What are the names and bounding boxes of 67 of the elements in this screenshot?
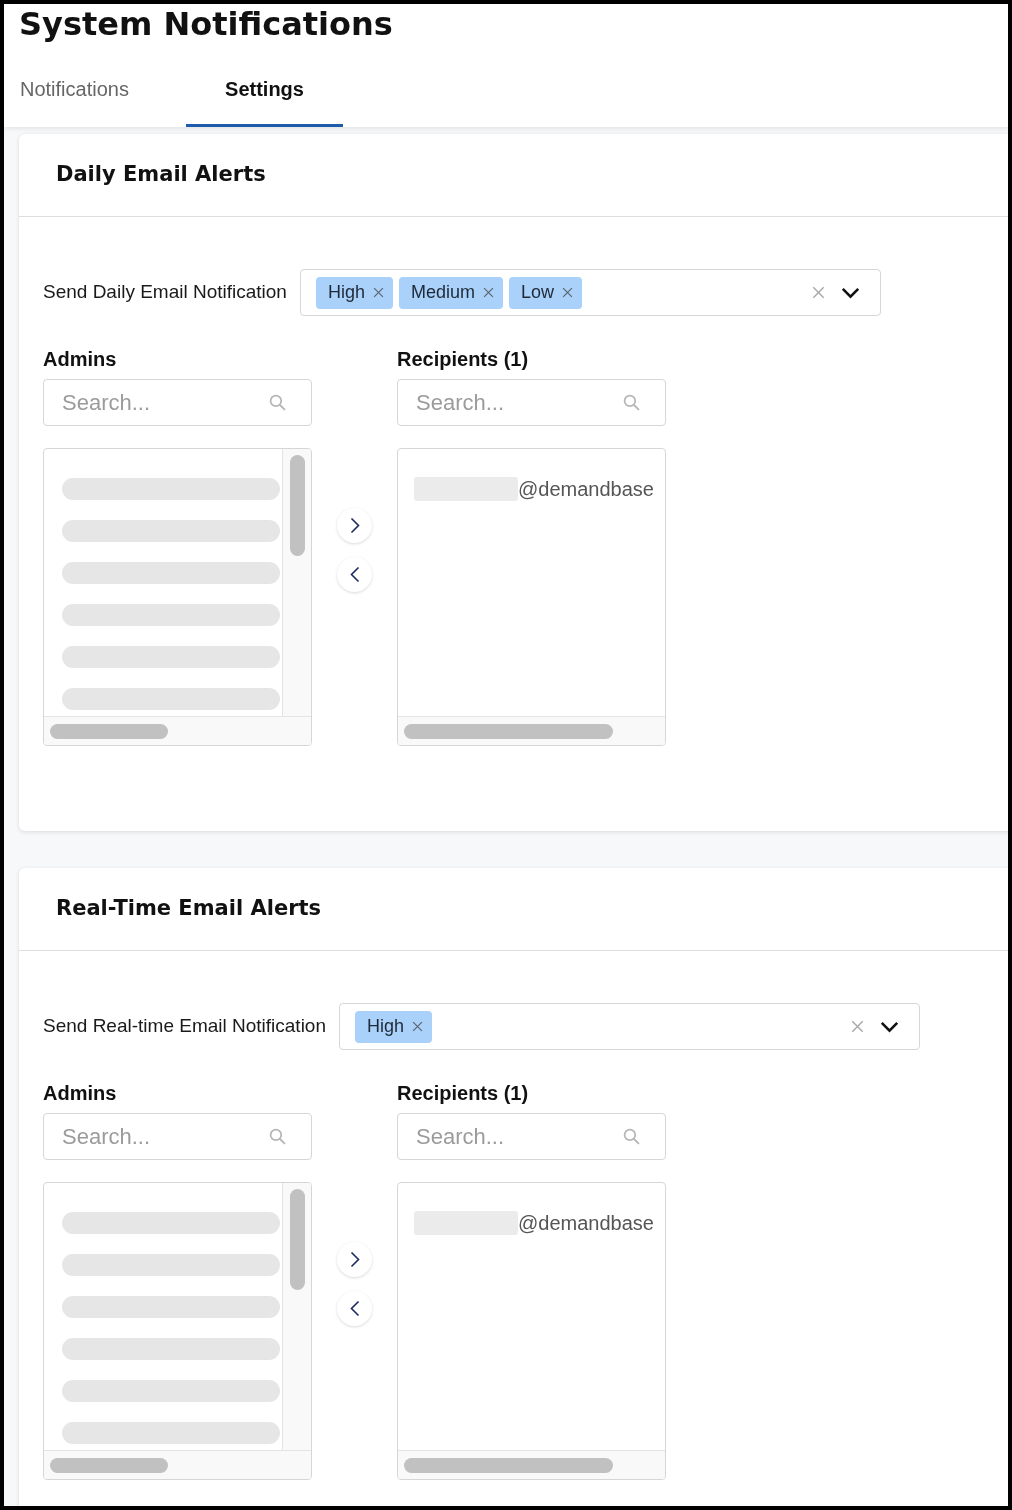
blurred-text[interactable] (62, 478, 280, 500)
scrollbar-thumb[interactable] (404, 723, 613, 739)
priority-select[interactable]: High (339, 1003, 920, 1050)
blurred-text[interactable] (62, 1296, 280, 1318)
page-title: System Notifications (18, 4, 394, 44)
chevron-right-icon (349, 517, 360, 534)
tab[interactable]: Settings (186, 44, 343, 127)
move-right-button[interactable] (337, 1242, 372, 1277)
search-field[interactable]: Search... (43, 379, 312, 426)
search-icon (269, 1128, 286, 1145)
horizontal-scrollbar[interactable] (398, 716, 665, 745)
horizontal-scrollbar[interactable] (398, 1450, 665, 1479)
scrollbar-thumb[interactable] (289, 1189, 305, 1290)
blurred-text[interactable] (62, 1422, 280, 1444)
chevron-down-icon[interactable] (880, 1020, 899, 1033)
scrollbar-thumb[interactable] (50, 723, 168, 739)
tag-label: High (367, 1015, 405, 1038)
blurred-text[interactable] (62, 604, 280, 626)
tab[interactable]: Notifications (20, 44, 186, 127)
close-icon[interactable] (412, 1021, 424, 1032)
blurred-text[interactable] (62, 1380, 280, 1402)
search-field[interactable]: Search... (397, 1113, 666, 1160)
scrollbar-thumb[interactable] (50, 1457, 168, 1473)
scrollbar-thumb[interactable] (404, 1457, 613, 1473)
field-label: Send Daily Email Notification (43, 280, 287, 305)
chevron-left-icon (349, 1300, 360, 1317)
column-heading: Admins (43, 347, 118, 372)
horizontal-scrollbar[interactable] (44, 716, 311, 745)
blurred-text[interactable] (62, 1338, 280, 1360)
search-icon (623, 394, 640, 411)
blurred-text[interactable] (62, 646, 280, 668)
blurred-text[interactable] (62, 1212, 280, 1234)
move-left-button[interactable] (337, 557, 372, 592)
close-icon[interactable] (811, 286, 825, 299)
card-title: Daily Email Alerts (56, 161, 266, 189)
field-label: Send Real-time Email Notification (43, 1014, 326, 1039)
tag-label: Low (521, 281, 555, 304)
close-icon[interactable] (851, 1020, 864, 1033)
recipient-email[interactable]: @demandbase (518, 1208, 654, 1238)
tag-label: Medium (411, 281, 475, 304)
column-heading: Recipients (1) (397, 1081, 530, 1106)
close-icon[interactable] (562, 287, 574, 298)
scrollbar-thumb[interactable] (289, 455, 305, 556)
blurred-text[interactable] (62, 520, 280, 542)
horizontal-scrollbar[interactable] (44, 1450, 311, 1479)
vertical-scrollbar[interactable] (282, 1183, 311, 1450)
chevron-right-icon (349, 1251, 360, 1268)
blurred-text[interactable] (62, 1254, 280, 1276)
move-right-button[interactable] (337, 508, 372, 543)
search-icon (623, 1128, 640, 1145)
blurred-text[interactable] (62, 562, 280, 584)
search-field[interactable]: Search... (397, 379, 666, 426)
vertical-scrollbar[interactable] (282, 449, 311, 716)
close-icon[interactable] (483, 287, 494, 298)
blurred-text[interactable] (62, 688, 280, 710)
chevron-down-icon[interactable] (840, 286, 860, 299)
search-icon (269, 394, 286, 411)
move-left-button[interactable] (337, 1291, 372, 1326)
search-field[interactable]: Search... (43, 1113, 312, 1160)
chevron-left-icon (349, 566, 360, 583)
close-icon[interactable] (373, 287, 384, 298)
recipient-email[interactable]: @demandbase (518, 474, 654, 504)
tag-label: High (327, 281, 365, 304)
card-title: Real-Time Email Alerts (56, 895, 322, 923)
column-heading: Admins (43, 1081, 118, 1106)
column-heading: Recipients (1) (397, 347, 530, 372)
priority-select[interactable]: High Medium Low (299, 269, 881, 316)
